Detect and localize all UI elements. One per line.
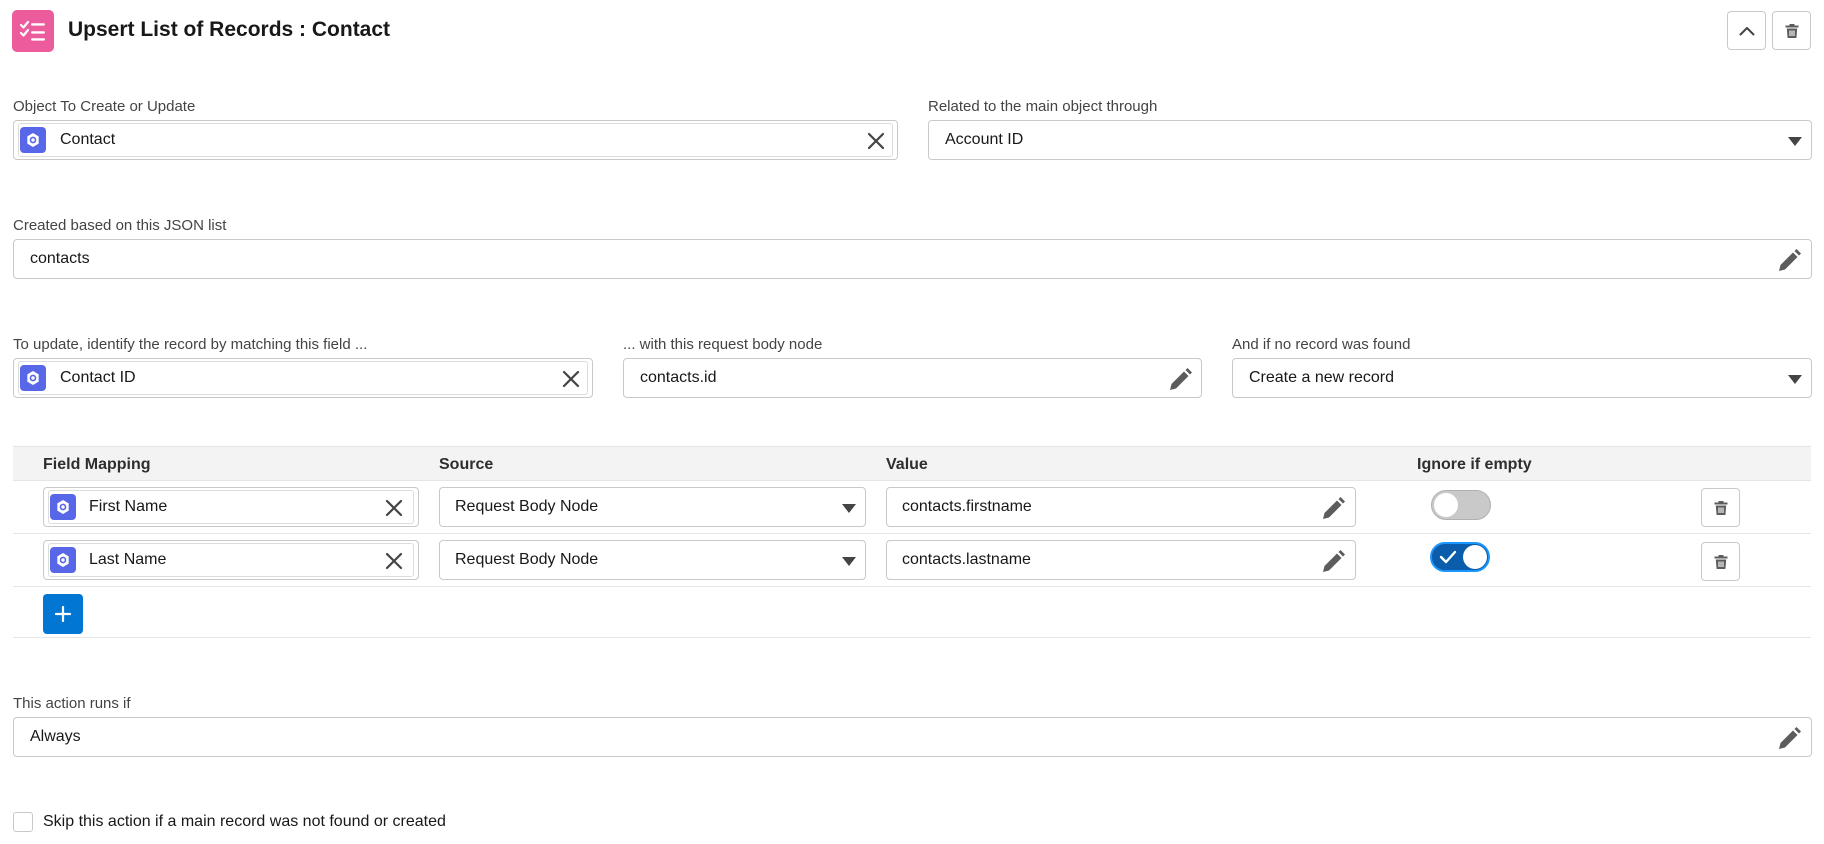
toggle-knob	[1434, 493, 1458, 517]
header-value: Value	[886, 456, 928, 473]
trash-icon	[1713, 554, 1729, 570]
object-value: Contact	[60, 131, 116, 148]
toggle-knob	[1463, 545, 1487, 569]
checklist-icon	[12, 10, 54, 52]
object-field-label: Object To Create or Update	[13, 98, 196, 115]
not-found-value: Create a new record	[1249, 369, 1394, 386]
header-field-mapping: Field Mapping	[43, 456, 151, 473]
row-divider	[13, 586, 1811, 587]
value-text: contacts.firstname	[902, 498, 1032, 515]
trash-icon	[1784, 23, 1800, 39]
pencil-icon[interactable]	[1776, 726, 1802, 752]
delete-row-button[interactable]	[1701, 488, 1740, 527]
json-list-input[interactable]: contacts	[13, 239, 1812, 279]
skip-checkbox[interactable]	[13, 812, 33, 832]
pencil-icon[interactable]	[1167, 367, 1193, 393]
not-found-select[interactable]: Create a new record	[1232, 358, 1812, 398]
source-value: Request Body Node	[455, 498, 599, 515]
chevron-up-icon	[1739, 26, 1754, 35]
skip-checkbox-label: Skip this action if a main record was no…	[43, 813, 446, 830]
mapping-field-lookup[interactable]: First Name	[43, 487, 419, 527]
check-icon	[1439, 550, 1457, 564]
clear-icon[interactable]	[867, 132, 885, 150]
source-select[interactable]: Request Body Node	[439, 487, 866, 527]
trash-icon	[1713, 500, 1729, 516]
clear-icon[interactable]	[385, 499, 403, 517]
chevron-down-icon	[842, 504, 856, 513]
condition-label: This action runs if	[13, 695, 131, 712]
clear-icon[interactable]	[385, 552, 403, 570]
object-icon	[50, 494, 76, 520]
header-ignore-if-empty: Ignore if empty	[1417, 456, 1532, 473]
object-icon	[20, 365, 46, 391]
body-node-label: ... with this request body node	[623, 336, 823, 353]
pencil-icon[interactable]	[1320, 549, 1346, 575]
mapping-field-lookup[interactable]: Last Name	[43, 540, 419, 580]
delete-action-button[interactable]	[1772, 11, 1811, 50]
ignore-if-empty-toggle[interactable]	[1431, 490, 1491, 520]
source-select[interactable]: Request Body Node	[439, 540, 866, 580]
value-input[interactable]: contacts.firstname	[886, 487, 1356, 527]
row-divider	[13, 533, 1811, 534]
collapse-button[interactable]	[1727, 11, 1766, 50]
condition-input[interactable]: Always	[13, 717, 1812, 757]
pencil-icon[interactable]	[1776, 248, 1802, 274]
table-bottom-divider	[13, 637, 1811, 638]
value-text: contacts.lastname	[902, 551, 1031, 568]
chevron-down-icon	[1788, 375, 1802, 384]
json-field-label: Created based on this JSON list	[13, 217, 227, 234]
match-field-lookup[interactable]: Contact ID	[13, 358, 593, 398]
object-icon	[20, 127, 46, 153]
add-row-button[interactable]	[43, 594, 83, 634]
ignore-if-empty-toggle[interactable]	[1430, 542, 1490, 572]
related-value: Account ID	[945, 131, 1024, 148]
related-select[interactable]: Account ID	[928, 120, 1812, 160]
plus-icon	[55, 606, 71, 622]
object-icon	[50, 547, 76, 573]
mapping-field-value: Last Name	[89, 551, 167, 568]
condition-value: Always	[30, 728, 81, 745]
chevron-down-icon	[1788, 137, 1802, 146]
object-lookup-field[interactable]: Contact	[13, 120, 898, 160]
source-value: Request Body Node	[455, 551, 599, 568]
body-node-value: contacts.id	[640, 369, 717, 386]
page-title: Upsert List of Records : Contact	[68, 18, 391, 41]
delete-row-button[interactable]	[1701, 542, 1740, 581]
match-field-value: Contact ID	[60, 369, 136, 386]
clear-icon[interactable]	[562, 370, 580, 388]
chevron-down-icon	[842, 557, 856, 566]
header-source: Source	[439, 456, 494, 473]
json-list-value: contacts	[30, 250, 90, 267]
not-found-label: And if no record was found	[1232, 336, 1411, 353]
mapping-table-header: Field Mapping Source Value Ignore if emp…	[13, 446, 1811, 481]
mapping-field-value: First Name	[89, 498, 168, 515]
pencil-icon[interactable]	[1320, 496, 1346, 522]
match-field-label: To update, identify the record by matchi…	[13, 336, 368, 353]
body-node-input[interactable]: contacts.id	[623, 358, 1202, 398]
related-field-label: Related to the main object through	[928, 98, 1158, 115]
value-input[interactable]: contacts.lastname	[886, 540, 1356, 580]
